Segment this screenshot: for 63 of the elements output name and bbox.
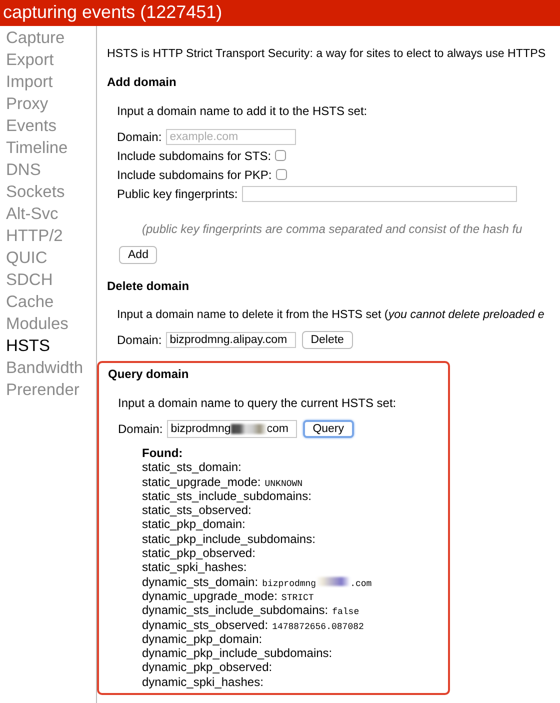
note-text: (public key fingerprints are comma separated and consist of the hash fu [141,222,524,236]
field-label: Domain: [118,422,163,436]
result-key: dynamic_sts_domain: [142,574,258,589]
result-value: STRICT [281,592,314,603]
window-title: capturing events (1227451) [3,2,222,22]
field-label: Domain: [117,130,162,144]
sidebar-item[interactable]: Bandwidth [0,357,96,379]
result-key: dynamic_pkp_observed: [142,660,272,674]
query-button[interactable]: Query [302,420,354,438]
description-text: Input a domain name to query the current HSTS set: [118,396,398,410]
checkbox[interactable] [275,150,286,161]
sidebar-item[interactable]: Alt-Svc [0,203,96,225]
domain-input-field[interactable]: bizprodmng com [166,420,297,438]
add-button[interactable]: Add [119,246,158,264]
domain-input-field[interactable]: bizprodmng.alipay.com [166,332,296,348]
fingerprints-input-field[interactable] [242,186,517,202]
result-value: false [332,607,360,618]
result-key: dynamic_spki_hashes: [142,674,264,689]
sidebar-item[interactable]: Import [0,71,96,93]
description-text: Input a domain name to add it to the HSTS set: [117,104,368,118]
description-text: Input a domain name to delete it from the HSTS set (you cannot delete preloaded e [117,308,546,321]
sidebar-item[interactable]: QUIC [0,247,96,269]
result-key: dynamic_upgrade_mode: [142,588,278,603]
result-value: 1478872656.087082 [272,622,364,632]
delete-button[interactable]: Delete [302,330,353,348]
sidebar-item[interactable]: Export [0,49,96,71]
result-key: static_pkp_include_subdomains: [142,532,316,546]
intro-text: HSTS is HTTP Strict Transport Security: a way for sites to elect to always use HTTPS [107,47,547,60]
result-key: static_pkp_observed: [142,546,256,560]
sidebar-item[interactable]: Events [0,115,96,137]
field-label: Public key fingerprints: [117,186,238,200]
sidebar-item[interactable]: Proxy [0,93,96,115]
checkbox[interactable] [276,169,287,180]
field-label: Domain: [117,332,162,346]
result-key: static_sts_domain: [142,460,242,474]
checkbox-label: Include subdomains for STS: [117,148,272,162]
domain-input-field[interactable]: example.com [166,128,296,144]
sidebar-item[interactable]: Modules [0,313,96,335]
sidebar-item[interactable]: HSTS [0,335,96,357]
result-key: static_sts_include_subdomains: [142,488,312,503]
section-heading: Delete domain [107,279,190,293]
section-heading: Query domain [108,367,190,381]
sidebar-item[interactable]: Timeline [0,137,96,159]
sidebar-item[interactable]: Sockets [0,181,96,203]
result-key: dynamic_pkp_include_subdomains: [142,646,332,660]
sidebar-item[interactable]: Cache [0,291,96,313]
result-value: UNKNOWN [264,478,303,489]
result-key: dynamic_sts_include_subdomains: [142,603,328,618]
result-heading: Found: [142,446,184,460]
result-key: static_sts_observed: [142,503,252,518]
checkbox-label: Include subdomains for PKP: [117,168,272,182]
result-key: dynamic_sts_observed: [142,618,268,632]
sidebar-item[interactable]: Prerender [0,379,96,401]
section-heading: Add domain [107,75,178,89]
result-key: dynamic_pkp_domain: [142,632,262,646]
sidebar-item[interactable]: DNS [0,159,96,181]
result-key: static_pkp_domain: [142,517,246,532]
result-value: bizprodmng .com [262,578,372,589]
result-key: static_spki_hashes: [142,560,247,574]
result-key: static_upgrade_mode: [142,474,261,489]
sidebar-item[interactable]: SDCH [0,269,96,291]
sidebar-item[interactable]: HTTP/2 [0,225,96,247]
sidebar-item[interactable]: Capture [0,27,96,49]
